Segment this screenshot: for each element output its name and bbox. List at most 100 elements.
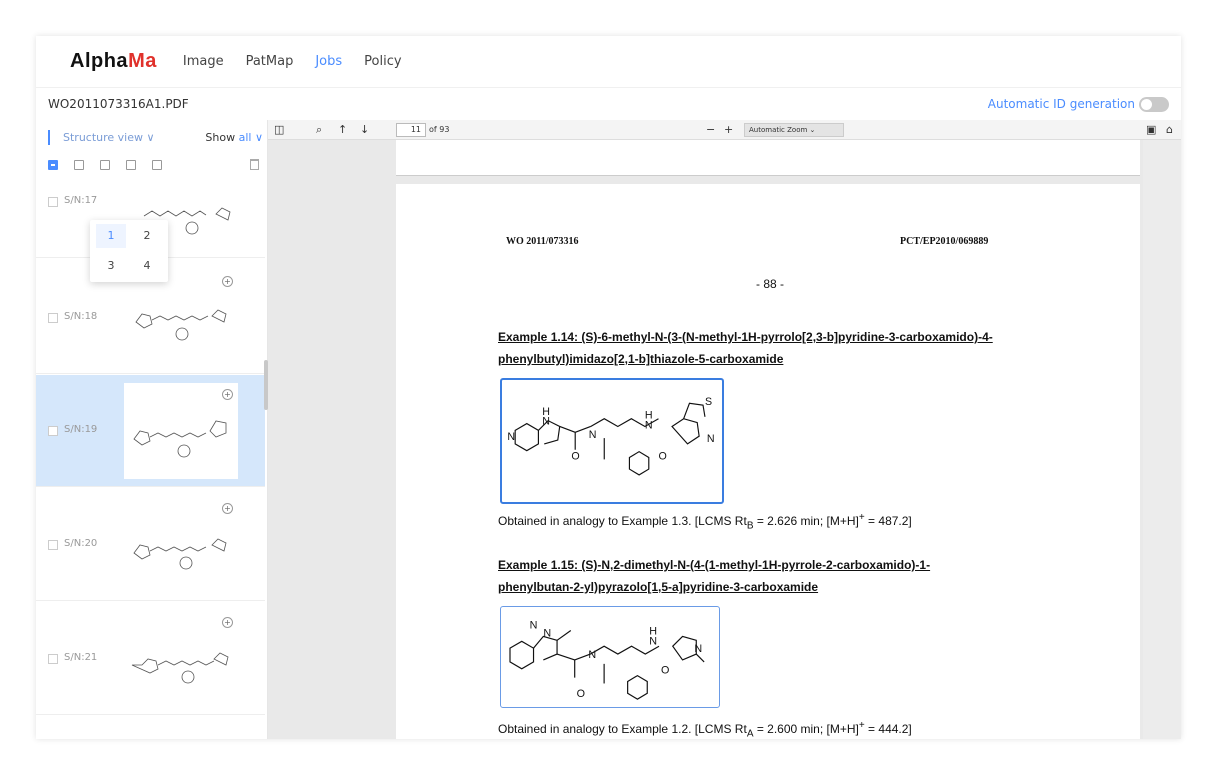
pdf-toolbar: ◫ ⌕ ↑ ↓ 11 of 93 − + Automatic Zoom ⌄ ▣ … bbox=[268, 120, 1181, 140]
page-header-left: WO 2011/073316 bbox=[506, 236, 579, 247]
card-sn: S/N:17 bbox=[64, 194, 98, 206]
structure-thumbnail bbox=[131, 652, 229, 684]
page-number: - 88 - bbox=[756, 277, 785, 291]
columns-option-3[interactable]: 3 bbox=[96, 254, 126, 278]
show-value: all ∨ bbox=[238, 130, 263, 144]
columns-option-1[interactable]: 1 bbox=[96, 224, 126, 248]
structure-card[interactable]: S/N:21 + bbox=[36, 603, 265, 715]
structure-thumbnail bbox=[133, 538, 227, 570]
note-text: = 2.600 min; [M+H] bbox=[753, 722, 859, 736]
card-sn: S/N:19 bbox=[64, 423, 98, 435]
columns-option-4[interactable]: 4 bbox=[132, 254, 162, 278]
section-marker bbox=[48, 129, 50, 145]
logo-text-1: Alpha bbox=[70, 50, 129, 72]
card-checkbox[interactable] bbox=[48, 312, 58, 323]
structure-view-label: Structure view ∨ bbox=[63, 130, 155, 144]
show-filter-dropdown[interactable]: Show all ∨ bbox=[205, 131, 263, 144]
page-header-right: PCT/EP2010/069889 bbox=[900, 236, 989, 247]
svg-text:O: O bbox=[661, 665, 669, 677]
logo[interactable]: AlphaMa bbox=[70, 50, 157, 73]
svg-text:N: N bbox=[645, 419, 653, 431]
card-sn: S/N:21 bbox=[64, 651, 98, 663]
top-nav: AlphaMa Image PatMap Jobs Policy bbox=[36, 36, 1181, 88]
structure-thumbnail bbox=[135, 309, 227, 341]
edit-icon[interactable] bbox=[100, 160, 110, 170]
structure-view-dropdown[interactable]: Structure view ∨ bbox=[48, 129, 155, 145]
example-title: Example 1.14: (S)-6-methyl-N-(3-(N-methy… bbox=[498, 326, 993, 370]
nav-patmap[interactable]: PatMap bbox=[246, 54, 294, 69]
copy-icon[interactable] bbox=[152, 160, 162, 170]
example-title-line: Example 1.15: (S)-N,2-dimethyl-N-(4-(1-m… bbox=[498, 558, 931, 572]
example-note: Obtained in analogy to Example 1.3. [LCM… bbox=[498, 512, 912, 531]
card-checkbox[interactable] bbox=[48, 425, 58, 436]
example-note: Obtained in analogy to Example 1.2. [LCM… bbox=[498, 720, 912, 739]
card-checkbox[interactable] bbox=[48, 539, 58, 550]
page-number-input[interactable]: 11 bbox=[396, 123, 426, 137]
note-text: = 444.2] bbox=[864, 722, 912, 736]
zoom-out-icon[interactable]: − bbox=[706, 123, 715, 136]
zoom-icon[interactable]: + bbox=[222, 389, 233, 400]
grid-icon[interactable] bbox=[126, 160, 136, 170]
structure-card[interactable]: S/N:20 + bbox=[36, 489, 265, 601]
file-name: WO2011073316A1.PDF bbox=[48, 97, 189, 111]
select-all-checkbox[interactable] bbox=[48, 160, 58, 170]
card-sn: S/N:20 bbox=[64, 537, 98, 549]
auto-id-toggle[interactable] bbox=[1139, 96, 1169, 112]
structure-card-selected[interactable]: S/N:19 + bbox=[36, 375, 265, 487]
previous-page-tail bbox=[396, 140, 1140, 176]
nav-policy[interactable]: Policy bbox=[364, 54, 401, 69]
svg-text:N: N bbox=[543, 627, 551, 639]
logo-text-2: Ma bbox=[128, 50, 157, 72]
sidebar-toolbar bbox=[36, 154, 267, 176]
zoom-select[interactable]: Automatic Zoom ⌄ bbox=[744, 123, 844, 137]
columns-popup: 1 2 3 4 bbox=[90, 220, 168, 282]
zoom-select-value: Automatic Zoom bbox=[749, 126, 808, 134]
svg-text:N: N bbox=[649, 635, 657, 647]
structure-thumbnail bbox=[124, 383, 238, 479]
example-title-line: Example 1.14: (S)-6-methyl-N-(3-(N-methy… bbox=[498, 330, 993, 344]
zoom-icon[interactable]: + bbox=[222, 503, 233, 514]
search-icon[interactable]: ⌕ bbox=[316, 123, 322, 137]
nav-jobs[interactable]: Jobs bbox=[315, 54, 342, 69]
svg-text:N: N bbox=[589, 429, 597, 441]
zoom-in-icon[interactable]: + bbox=[724, 123, 733, 136]
svg-text:S: S bbox=[705, 396, 712, 408]
columns-option-2[interactable]: 2 bbox=[132, 224, 162, 248]
example-title-line: phenylbutyl)imidazo[2,1-b]thiazole-5-car… bbox=[498, 352, 784, 366]
note-text: = 487.2] bbox=[864, 514, 912, 528]
example-title: Example 1.15: (S)-N,2-dimethyl-N-(4-(1-m… bbox=[498, 554, 930, 598]
trash-icon[interactable] bbox=[250, 159, 259, 170]
show-label: Show bbox=[205, 130, 236, 144]
note-text: = 2.626 min; [M+H] bbox=[753, 514, 859, 528]
file-bar: WO2011073316A1.PDF Automatic ID generati… bbox=[36, 88, 1181, 120]
card-checkbox[interactable] bbox=[48, 196, 58, 207]
sidebar-header: Structure view ∨ Show all ∨ bbox=[36, 120, 267, 154]
card-sn: S/N:18 bbox=[64, 310, 98, 322]
structure-box[interactable]: N N N O HN O N bbox=[500, 606, 720, 708]
auto-id-label: Automatic ID generation bbox=[987, 97, 1135, 111]
pdf-page: WO 2011/073316 PCT/EP2010/069889 - 88 - … bbox=[396, 184, 1140, 739]
svg-text:N: N bbox=[694, 643, 702, 655]
open-file-icon[interactable]: ⌂ bbox=[1166, 123, 1173, 136]
nav-image[interactable]: Image bbox=[183, 54, 224, 69]
svg-text:N: N bbox=[542, 416, 550, 428]
app-window: AlphaMa Image PatMap Jobs Policy WO20110… bbox=[36, 36, 1181, 739]
example-title-line: phenylbutan-2-yl)pyrazolo[1,5-a]pyridine… bbox=[498, 580, 819, 594]
svg-text:O: O bbox=[571, 450, 579, 462]
layout-icon[interactable] bbox=[74, 160, 84, 170]
sidebar-toggle-icon[interactable]: ◫ bbox=[274, 123, 284, 136]
prev-page-icon[interactable]: ↑ bbox=[338, 123, 347, 136]
svg-text:N: N bbox=[530, 620, 538, 632]
card-checkbox[interactable] bbox=[48, 653, 58, 664]
svg-text:N: N bbox=[707, 433, 715, 445]
svg-text:O: O bbox=[577, 688, 585, 700]
presentation-icon[interactable]: ▣ bbox=[1146, 123, 1156, 136]
zoom-icon[interactable]: + bbox=[222, 617, 233, 628]
note-text: Obtained in analogy to Example 1.2. [LCM… bbox=[498, 722, 747, 736]
note-text: Obtained in analogy to Example 1.3. [LCM… bbox=[498, 514, 747, 528]
zoom-icon[interactable]: + bbox=[222, 276, 233, 287]
structure-box-selected[interactable]: HN N O N HN O S N bbox=[500, 378, 724, 504]
svg-text:N: N bbox=[507, 431, 515, 443]
next-page-icon[interactable]: ↓ bbox=[360, 123, 369, 136]
viewer-scroll-area[interactable] bbox=[1143, 140, 1181, 739]
